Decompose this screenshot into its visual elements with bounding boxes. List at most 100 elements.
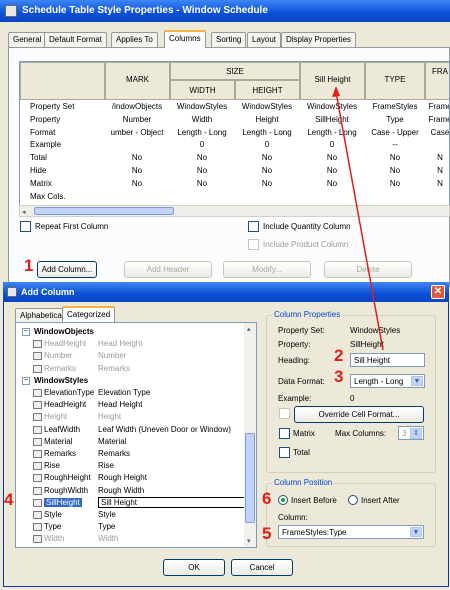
scroll-left-icon[interactable]: ◂: [22, 208, 26, 216]
grid-cell[interactable]: No: [297, 153, 367, 162]
grid-cell[interactable]: Height: [232, 115, 302, 124]
grid-cell[interactable]: 0: [167, 140, 237, 149]
grid-cell[interactable]: Frame: [405, 115, 449, 124]
add-header-button[interactable]: Add Header: [124, 261, 212, 278]
grid-cell[interactable]: N: [405, 179, 449, 188]
tab-layout[interactable]: Layout: [247, 32, 282, 47]
grid-cell[interactable]: No: [232, 166, 302, 175]
total-checkbox[interactable]: [279, 447, 290, 458]
tree-property-row[interactable]: Material Material: [16, 436, 246, 448]
tab-display-properties[interactable]: Display Properties: [281, 32, 356, 47]
grid-cell[interactable]: N: [405, 166, 449, 175]
chevron-down-icon[interactable]: ▼: [410, 527, 422, 537]
header-width[interactable]: WIDTH: [170, 80, 235, 100]
add-column-button[interactable]: Add Column...: [37, 261, 97, 278]
property-description[interactable]: Sill Height: [98, 496, 248, 508]
grid-cell[interactable]: Length - Long: [297, 128, 367, 137]
tab-general[interactable]: General: [8, 32, 47, 47]
close-icon[interactable]: ✕: [431, 285, 445, 299]
grid-cell[interactable]: 0: [232, 140, 302, 149]
tree-property-row[interactable]: HeadHeight Head Height: [16, 399, 246, 411]
grid-cell[interactable]: N: [405, 153, 449, 162]
grid-cell[interactable]: Width: [167, 115, 237, 124]
collapse-icon[interactable]: −: [22, 328, 30, 336]
grid-cell[interactable]: No: [297, 179, 367, 188]
header-type[interactable]: TYPE: [365, 62, 425, 100]
property-tree[interactable]: − WindowObjects HeadHeight Head Height Numbe…: [15, 322, 257, 548]
override-cell-format-checkbox[interactable]: [279, 408, 290, 419]
tab-applies-to[interactable]: Applies To: [111, 32, 158, 47]
column-select[interactable]: FrameStyles:Type ▼: [278, 525, 424, 539]
ok-button[interactable]: OK: [163, 559, 225, 576]
grid-cell[interactable]: /indowObjects: [102, 102, 172, 111]
tree-property-row[interactable]: LeafWidth Leaf Width (Uneven Door or Wind…: [16, 424, 246, 436]
property-tree-scrollbar[interactable]: ▴ ▾: [244, 323, 256, 547]
insert-after-radio[interactable]: [348, 495, 358, 505]
grid-cell[interactable]: No: [167, 166, 237, 175]
grid-cell[interactable]: --: [360, 140, 430, 149]
tree-property-row[interactable]: SillHeight Sill Height: [16, 496, 248, 509]
data-format-select[interactable]: Length - Long ▼: [350, 374, 425, 388]
grid-cell[interactable]: No: [102, 179, 172, 188]
grid-cell[interactable]: Number: [102, 115, 172, 124]
grid-horizontal-scrollbar[interactable]: ◂: [19, 205, 450, 217]
max-columns-spinner[interactable]: 3 ⇕: [398, 426, 424, 440]
columns-grid[interactable]: MARK SIZE WIDTH HEIGHT Sill Height TYPE …: [19, 61, 450, 206]
header-fra[interactable]: FRA: [425, 62, 449, 100]
header-size[interactable]: SIZE: [170, 62, 300, 80]
tree-property-row[interactable]: Remarks Remarks: [16, 448, 246, 460]
grid-cell[interactable]: WindowStyles: [297, 102, 367, 111]
repeat-first-column-checkbox[interactable]: [20, 221, 31, 232]
header-sill-height[interactable]: Sill Height: [300, 62, 365, 100]
grid-cell[interactable]: Length - Long: [167, 128, 237, 137]
tree-scroll-thumb[interactable]: [245, 433, 255, 523]
collapse-icon[interactable]: −: [22, 376, 30, 385]
tab-default-format[interactable]: Default Format: [44, 32, 107, 47]
grid-cell[interactable]: umber - Object: [102, 128, 172, 137]
grid-cell[interactable]: No: [297, 166, 367, 175]
grid-cell[interactable]: No: [102, 153, 172, 162]
insert-before-radio[interactable]: [278, 495, 288, 505]
tree-property-row[interactable]: Remarks Remarks: [16, 363, 246, 375]
grid-cell[interactable]: No: [232, 153, 302, 162]
spinner-icon[interactable]: ⇕: [410, 428, 422, 439]
header-height[interactable]: HEIGHT: [235, 80, 300, 100]
tree-property-row[interactable]: Type Type: [16, 521, 246, 533]
heading-input[interactable]: Sill Height: [350, 353, 425, 367]
header-mark[interactable]: MARK: [105, 62, 170, 100]
tab-sorting[interactable]: Sorting: [211, 32, 247, 47]
grid-cell[interactable]: WindowStyles: [232, 102, 302, 111]
tree-property-row[interactable]: RoughHeight Rough Height: [16, 472, 246, 484]
grid-cell[interactable]: WindowStyles: [167, 102, 237, 111]
modify-button[interactable]: Modify...: [223, 261, 311, 278]
tree-property-row[interactable]: ElevationType Elevation Type: [16, 387, 246, 399]
grid-cell[interactable]: Case: [405, 128, 449, 137]
tree-property-row[interactable]: Number Number: [16, 350, 246, 362]
grid-cell[interactable]: 0: [297, 140, 367, 149]
tab-columns[interactable]: Columns: [164, 30, 206, 48]
tree-property-row[interactable]: Rise Rise: [16, 460, 246, 472]
override-cell-format-button[interactable]: Override Cell Format...: [294, 406, 424, 423]
chevron-down-icon[interactable]: ▼: [411, 376, 423, 386]
tree-property-row[interactable]: Width Width: [16, 533, 246, 545]
grid-cell[interactable]: Frame: [405, 102, 449, 111]
scroll-down-icon[interactable]: ▾: [247, 537, 251, 545]
cancel-button[interactable]: Cancel: [231, 559, 293, 576]
include-product-column-checkbox[interactable]: [248, 239, 259, 250]
tree-property-row[interactable]: RoughWidth Rough Width: [16, 485, 246, 497]
grid-cell[interactable]: No: [167, 179, 237, 188]
tree-property-row[interactable]: Height Height: [16, 411, 246, 423]
tree-property-row[interactable]: HeadHeight Head Height: [16, 338, 246, 350]
grid-cell[interactable]: No: [167, 153, 237, 162]
window-titlebar[interactable]: Schedule Table Style Properties - Window…: [0, 0, 450, 22]
grid-cell[interactable]: No: [102, 166, 172, 175]
tree-property-row[interactable]: Style Style: [16, 509, 246, 521]
grid-cell[interactable]: Length - Long: [232, 128, 302, 137]
scroll-up-icon[interactable]: ▴: [247, 325, 251, 333]
grid-cell[interactable]: No: [232, 179, 302, 188]
delete-button[interactable]: Delete: [324, 261, 412, 278]
include-quantity-column-checkbox[interactable]: [248, 221, 259, 232]
dialog-titlebar[interactable]: Add Column ✕: [3, 282, 449, 302]
tree-group-row[interactable]: − WindowObjects: [16, 326, 246, 338]
scroll-thumb[interactable]: [34, 207, 174, 215]
